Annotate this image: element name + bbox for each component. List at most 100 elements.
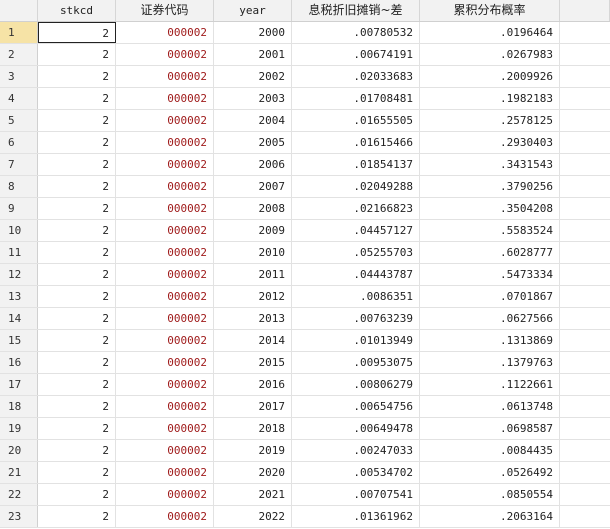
cell-empty[interactable] [560, 396, 610, 417]
row-number[interactable]: 7 [0, 154, 38, 175]
cell-year[interactable]: 2018 [214, 418, 292, 439]
cell-year[interactable]: 2022 [214, 506, 292, 527]
row-number[interactable]: 16 [0, 352, 38, 373]
cell-security-code[interactable]: 000002 [116, 462, 214, 483]
row-number[interactable]: 23 [0, 506, 38, 527]
cell-security-code[interactable]: 000002 [116, 484, 214, 505]
cell-year[interactable]: 2002 [214, 66, 292, 87]
cell-stkcd[interactable]: 2 [38, 286, 116, 307]
row-number[interactable]: 6 [0, 132, 38, 153]
table-row[interactable]: 7 2 000002 2006.01854137.3431543 [0, 154, 610, 176]
cell-cumulative-probability[interactable]: .0267983 [420, 44, 560, 65]
cell-cumulative-probability[interactable]: .0698587 [420, 418, 560, 439]
cell-year[interactable]: 2013 [214, 308, 292, 329]
cell-empty[interactable] [560, 440, 610, 461]
cell-security-code[interactable]: 000002 [116, 352, 214, 373]
table-row[interactable]: 17 2 000002 2016.00806279.1122661 [0, 374, 610, 396]
cell-empty[interactable] [560, 462, 610, 483]
row-number[interactable]: 19 [0, 418, 38, 439]
cell-security-code[interactable]: 000002 [116, 132, 214, 153]
table-row[interactable]: 20 2 000002 2019.00247033.0084435 [0, 440, 610, 462]
cell-stkcd[interactable]: 2 [38, 440, 116, 461]
cell-cumulative-probability[interactable]: .0627566 [420, 308, 560, 329]
cell-year[interactable]: 2020 [214, 462, 292, 483]
row-number[interactable]: 12 [0, 264, 38, 285]
cell-stkcd[interactable]: 2 [38, 176, 116, 197]
cell-cumulative-probability[interactable]: .1379763 [420, 352, 560, 373]
table-row[interactable]: 5 2 000002 2004.01655505.2578125 [0, 110, 610, 132]
cell-security-code[interactable]: 000002 [116, 396, 214, 417]
cell-stkcd[interactable]: 2 [38, 352, 116, 373]
cell-cumulative-probability[interactable]: .0701867 [420, 286, 560, 307]
cell-stkcd[interactable]: 2 [38, 22, 116, 43]
table-row[interactable]: 18 2 000002 2017.00654756.0613748 [0, 396, 610, 418]
table-row[interactable]: 9 2 000002 2008.02166823.3504208 [0, 198, 610, 220]
cell-empty[interactable] [560, 242, 610, 263]
cell-empty[interactable] [560, 330, 610, 351]
table-row[interactable]: 1 2 000002 2000.00780532.0196464 [0, 22, 610, 44]
table-row[interactable]: 3 2 000002 2002.02033683.2009926 [0, 66, 610, 88]
cell-security-code[interactable]: 000002 [116, 88, 214, 109]
cell-cumulative-probability[interactable]: .0526492 [420, 462, 560, 483]
row-number[interactable]: 22 [0, 484, 38, 505]
cell-ebitda-diff[interactable]: .01655505 [292, 110, 420, 131]
row-number[interactable]: 10 [0, 220, 38, 241]
table-row[interactable]: 23 2 000002 2022.01361962.2063164 [0, 506, 610, 528]
cell-year[interactable]: 2008 [214, 198, 292, 219]
cell-security-code[interactable]: 000002 [116, 264, 214, 285]
cell-stkcd[interactable]: 2 [38, 484, 116, 505]
row-number[interactable]: 1 [0, 22, 38, 43]
cell-ebitda-diff[interactable]: .00247033 [292, 440, 420, 461]
cell-year[interactable]: 2001 [214, 44, 292, 65]
cell-security-code[interactable]: 000002 [116, 198, 214, 219]
cell-ebitda-diff[interactable]: .00953075 [292, 352, 420, 373]
cell-security-code[interactable]: 000002 [116, 44, 214, 65]
cell-stkcd[interactable]: 2 [38, 154, 116, 175]
row-number[interactable]: 11 [0, 242, 38, 263]
cell-stkcd[interactable]: 2 [38, 132, 116, 153]
cell-year[interactable]: 2000 [214, 22, 292, 43]
cell-security-code[interactable]: 000002 [116, 176, 214, 197]
cell-year[interactable]: 2019 [214, 440, 292, 461]
cell-ebitda-diff[interactable]: .00806279 [292, 374, 420, 395]
table-row[interactable]: 12 2 000002 2011.04443787.5473334 [0, 264, 610, 286]
cell-stkcd[interactable]: 2 [38, 198, 116, 219]
row-number[interactable]: 17 [0, 374, 38, 395]
row-number[interactable]: 4 [0, 88, 38, 109]
cell-security-code[interactable]: 000002 [116, 330, 214, 351]
cell-cumulative-probability[interactable]: .0196464 [420, 22, 560, 43]
cell-cumulative-probability[interactable]: .5583524 [420, 220, 560, 241]
cell-stkcd[interactable]: 2 [38, 374, 116, 395]
cell-ebitda-diff[interactable]: .04443787 [292, 264, 420, 285]
cell-security-code[interactable]: 000002 [116, 22, 214, 43]
cell-empty[interactable] [560, 132, 610, 153]
cell-cumulative-probability[interactable]: .0613748 [420, 396, 560, 417]
cell-cumulative-probability[interactable]: .1122661 [420, 374, 560, 395]
row-number[interactable]: 18 [0, 396, 38, 417]
cell-ebitda-diff[interactable]: .00649478 [292, 418, 420, 439]
cell-cumulative-probability[interactable]: .2063164 [420, 506, 560, 527]
table-row[interactable]: 14 2 000002 2013.00763239.0627566 [0, 308, 610, 330]
cell-stkcd[interactable]: 2 [38, 242, 116, 263]
cell-year[interactable]: 2016 [214, 374, 292, 395]
cell-empty[interactable] [560, 352, 610, 373]
row-number[interactable]: 5 [0, 110, 38, 131]
cell-cumulative-probability[interactable]: .2578125 [420, 110, 560, 131]
corner-cell[interactable] [0, 0, 38, 21]
cell-empty[interactable] [560, 308, 610, 329]
cell-year[interactable]: 2006 [214, 154, 292, 175]
row-number[interactable]: 2 [0, 44, 38, 65]
cell-empty[interactable] [560, 374, 610, 395]
cell-stkcd[interactable]: 2 [38, 66, 116, 87]
cell-stkcd[interactable]: 2 [38, 330, 116, 351]
cell-empty[interactable] [560, 176, 610, 197]
table-row[interactable]: 8 2 000002 2007.02049288.3790256 [0, 176, 610, 198]
cell-security-code[interactable]: 000002 [116, 286, 214, 307]
cell-stkcd[interactable]: 2 [38, 44, 116, 65]
table-row[interactable]: 22 2 000002 2021.00707541.0850554 [0, 484, 610, 506]
cell-empty[interactable] [560, 264, 610, 285]
cell-cumulative-probability[interactable]: .2930403 [420, 132, 560, 153]
cell-cumulative-probability[interactable]: .5473334 [420, 264, 560, 285]
cell-empty[interactable] [560, 88, 610, 109]
cell-ebitda-diff[interactable]: .00534702 [292, 462, 420, 483]
